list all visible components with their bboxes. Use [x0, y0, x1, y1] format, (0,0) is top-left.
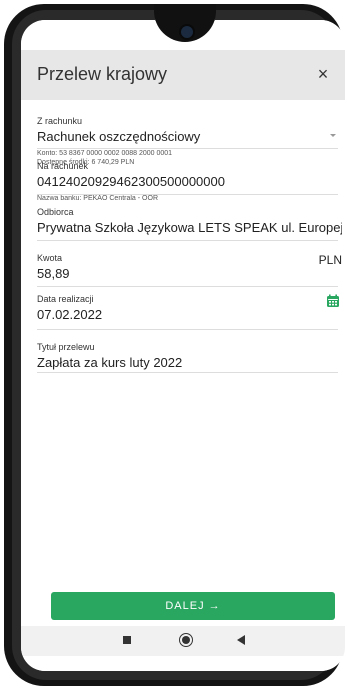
account-number-text: Konto: 53 8367 0000 0002 0088 2000 0001: [37, 150, 173, 157]
triangle-back-icon[interactable]: [237, 635, 245, 645]
from-account-label: Z rachunku: [37, 116, 83, 126]
app-screen: Przelew krajowy × Z rachunku Rachunek os…: [21, 20, 345, 671]
camera-icon: [179, 24, 195, 40]
amount-label: Kwota: [37, 253, 63, 263]
recipient-value: Prywatna Szkoła Językowa LETS SPEAK ul. …: [37, 220, 342, 235]
recipient-field[interactable]: Odbiorca Prywatna Szkoła Językowa LETS S…: [37, 207, 342, 235]
next-button[interactable]: DALEJ →: [51, 592, 335, 620]
recipient-label: Odbiorca: [37, 207, 74, 217]
divider: [37, 372, 338, 373]
to-account-value: 04124020929462300500000000: [37, 174, 225, 189]
date-value: 07.02.2022: [37, 307, 103, 322]
divider: [37, 194, 338, 195]
android-nav-bar: [21, 626, 345, 656]
transfer-title-label: Tytuł przelewu: [37, 342, 95, 352]
currency-label: PLN: [318, 253, 342, 267]
date-label: Data realizacji: [37, 294, 94, 304]
app-header: Przelew krajowy ×: [21, 50, 345, 100]
square-icon[interactable]: [123, 636, 131, 644]
transfer-title-value: Zapłata za kurs luty 2022: [37, 355, 183, 370]
calendar-icon[interactable]: [326, 294, 340, 308]
divider: [37, 148, 338, 149]
to-account-field[interactable]: Na rachunek 04124020929462300500000000 N…: [37, 161, 342, 203]
amount-value: 58,89: [37, 266, 70, 281]
screen-bottom: [21, 656, 345, 671]
amount-field[interactable]: Kwota 58,89 PLN: [37, 253, 342, 281]
transfer-title-field[interactable]: Tytuł przelewu Zapłata za kurs luty 2022: [37, 342, 342, 370]
from-account-value: Rachunek oszczędnościowy: [37, 129, 201, 144]
page-title: Przelew krajowy: [37, 64, 168, 84]
bank-name-text: Nazwa banku: PEKAO Centrala - OOR: [37, 195, 158, 202]
circle-icon[interactable]: [179, 633, 193, 647]
divider: [37, 286, 338, 287]
from-account-field[interactable]: Z rachunku Rachunek oszczędnościowy Kont…: [37, 116, 342, 167]
divider: [37, 329, 338, 330]
close-icon[interactable]: ×: [311, 62, 335, 86]
chevron-down-icon[interactable]: [330, 134, 336, 137]
execution-date-field[interactable]: Data realizacji 07.02.2022: [37, 294, 342, 322]
to-account-label: Na rachunek: [37, 161, 89, 171]
divider: [37, 240, 338, 241]
